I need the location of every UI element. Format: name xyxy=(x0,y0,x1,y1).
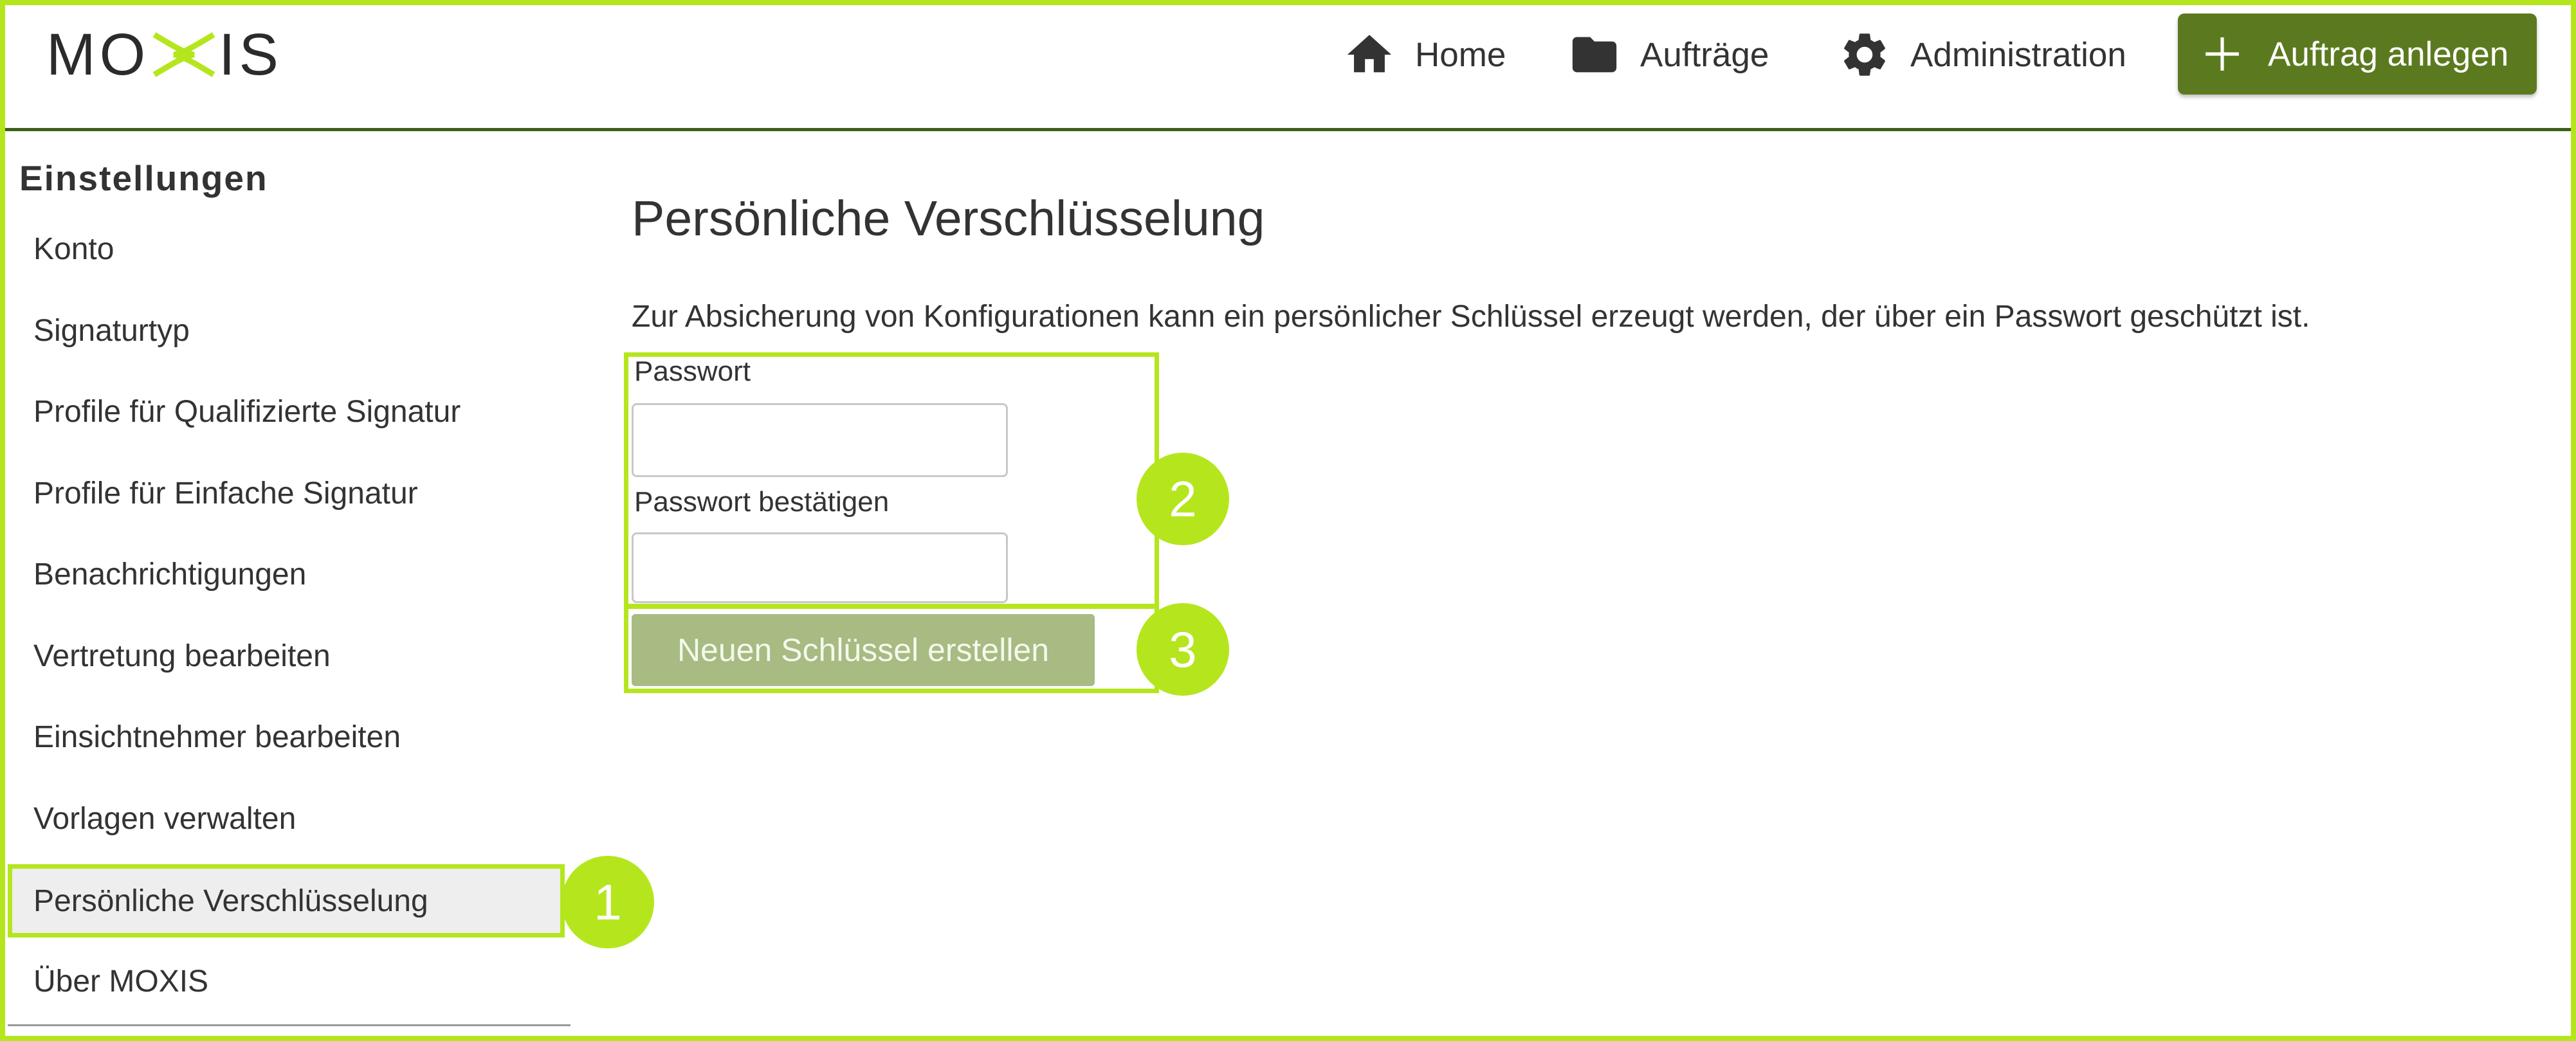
svg-text:MO: MO xyxy=(46,22,149,87)
folder-icon xyxy=(1572,37,1617,73)
sidebar-item-profile-einfach[interactable]: Profile für Einfache Signatur xyxy=(8,458,561,529)
sidebar-item-label: Profile für Einfache Signatur xyxy=(33,476,418,511)
auftrag-anlegen-button[interactable]: Auftrag anlegen xyxy=(2178,14,2537,95)
sidebar-item-label: Vertretung bearbeiten xyxy=(33,638,331,673)
nav-administration-label: Administration xyxy=(1910,35,2126,74)
sidebar-item-signaturtyp[interactable]: Signaturtyp xyxy=(8,295,561,366)
sidebar-item-profile-qualifiziert[interactable]: Profile für Qualifizierte Signatur xyxy=(8,376,561,447)
sidebar-item-einsichtnehmer[interactable]: Einsichtnehmer bearbeiten xyxy=(8,702,561,772)
sidebar-item-vorlagen[interactable]: Vorlagen verwalten xyxy=(8,783,561,854)
nav-home[interactable]: Home xyxy=(1343,19,1506,90)
svg-text:IS: IS xyxy=(219,22,282,87)
top-bar: MO IS Home Aufträge Administration Auftr… xyxy=(0,0,2576,131)
nav-administration[interactable]: Administration xyxy=(1838,19,2126,90)
sidebar-item-benachrichtigungen[interactable]: Benachrichtigungen xyxy=(8,539,561,610)
sidebar-item-label: Profile für Qualifizierte Signatur xyxy=(33,394,461,429)
sidebar-item-persoenliche-verschluesselung[interactable]: Persönliche Verschlüsselung xyxy=(8,864,565,937)
callout-badge-3: 3 xyxy=(1137,603,1229,696)
moxis-logo[interactable]: MO IS xyxy=(46,19,291,90)
sidebar-item-ueber-moxis[interactable]: Über MOXIS xyxy=(8,946,561,1017)
auftrag-anlegen-label: Auftrag anlegen xyxy=(2268,35,2509,73)
sidebar-item-label: Über MOXIS xyxy=(33,964,209,999)
nav-home-label: Home xyxy=(1415,35,1506,74)
sidebar-item-vertretung[interactable]: Vertretung bearbeiten xyxy=(8,620,561,691)
nav-auftraege-label: Aufträge xyxy=(1640,35,1769,74)
gear-icon xyxy=(1844,33,1885,76)
home-icon xyxy=(1347,35,1392,73)
intro-text: Zur Absicherung von Konfigurationen kann… xyxy=(632,300,2310,334)
plus-icon xyxy=(2206,37,2239,71)
callout-badge-2: 2 xyxy=(1137,453,1229,545)
sidebar-item-konto[interactable]: Konto xyxy=(8,213,561,284)
nav-auftraege[interactable]: Aufträge xyxy=(1568,19,1769,90)
sidebar-item-label: Einsichtnehmer bearbeiten xyxy=(33,720,401,754)
sidebar-item-label: Vorlagen verwalten xyxy=(33,801,297,836)
highlight-password-fields xyxy=(624,352,1159,608)
sidebar-heading: Einstellungen xyxy=(19,158,268,198)
sidebar-item-label: Persönliche Verschlüsselung xyxy=(33,883,428,918)
highlight-create-key-button xyxy=(624,604,1159,693)
page-title: Persönliche Verschlüsselung xyxy=(632,191,1265,246)
sidebar-item-label: Signaturtyp xyxy=(33,313,190,348)
sidebar-item-label: Konto xyxy=(33,231,114,266)
sidebar-divider xyxy=(8,1024,571,1026)
callout-badge-1: 1 xyxy=(562,856,654,948)
sidebar-item-label: Benachrichtigungen xyxy=(33,557,307,592)
